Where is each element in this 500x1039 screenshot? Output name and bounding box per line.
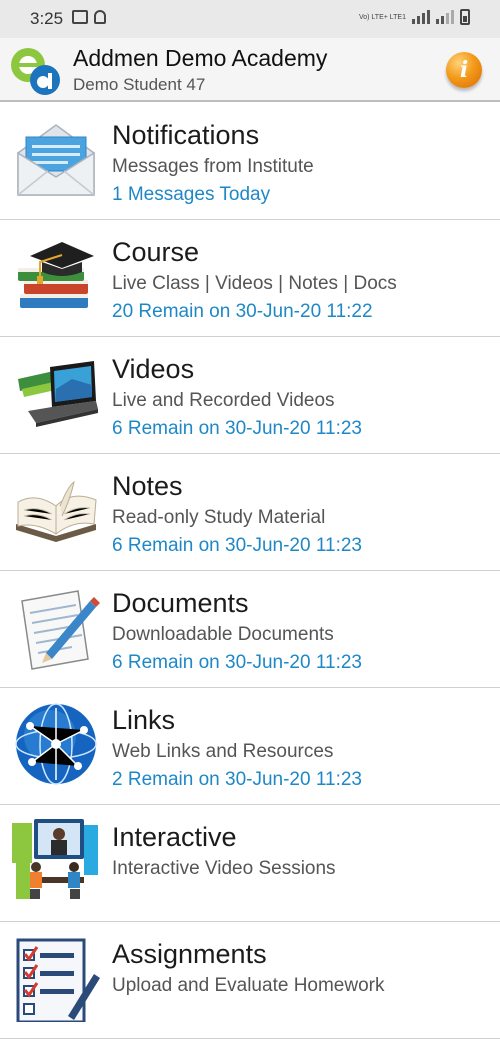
menu-item-title: Course <box>112 237 200 267</box>
menu-item-documents[interactable]: Documents Downloadable Documents 6 Remai… <box>0 571 500 688</box>
menu-item-assignments[interactable]: Assignments Upload and Evaluate Homework <box>0 922 500 1039</box>
menu-item-interactive[interactable]: Interactive Interactive Video Sessions <box>0 805 500 922</box>
menu-item-status: 6 Remain on 30-Jun-20 11:23 <box>112 535 362 556</box>
menu-item-title: Videos <box>112 354 195 384</box>
app-bar: Addmen Demo Academy Demo Student 47 i <box>0 38 500 102</box>
bell-icon <box>94 10 106 24</box>
open-book-icon <box>16 480 97 542</box>
menu-item-description: Live and Recorded Videos <box>112 390 335 411</box>
laptop-books-icon <box>18 361 98 427</box>
menu-item-status: 2 Remain on 30-Jun-20 11:23 <box>112 769 362 790</box>
info-icon[interactable]: i <box>446 52 482 88</box>
wifi-call-icon <box>72 10 88 24</box>
menu-list: Notifications Messages from Institute 1 … <box>0 103 500 1039</box>
menu-item-title: Notes <box>112 471 183 501</box>
menu-item-links[interactable]: Links Web Links and Resources 2 Remain o… <box>0 688 500 805</box>
video-conference-icon <box>12 819 98 899</box>
document-pen-icon <box>21 590 100 670</box>
signal-icon <box>412 10 430 24</box>
menu-item-description: Upload and Evaluate Homework <box>112 975 385 996</box>
menu-item-description: Live Class | Videos | Notes | Docs <box>112 273 397 294</box>
academy-logo <box>11 48 60 95</box>
menu-item-description: Messages from Institute <box>112 156 314 177</box>
menu-item-description: Downloadable Documents <box>112 624 334 645</box>
menu-item-videos[interactable]: Videos Live and Recorded Videos 6 Remain… <box>0 337 500 454</box>
menu-item-title: Links <box>112 705 176 735</box>
graduation-books-icon <box>18 242 94 308</box>
network-type-label: Vo) LTE+ LTE1 <box>358 13 406 21</box>
signal-icon-2 <box>436 10 454 24</box>
menu-item-status: 1 Messages Today <box>112 184 271 205</box>
menu-item-title: Notifications <box>112 120 260 150</box>
app-title: Addmen Demo Academy <box>73 45 328 71</box>
menu-item-description: Web Links and Resources <box>112 741 334 762</box>
menu-item-description: Read-only Study Material <box>112 507 326 528</box>
menu-item-title: Interactive <box>112 822 237 852</box>
menu-item-notifications[interactable]: Notifications Messages from Institute 1 … <box>0 103 500 220</box>
menu-item-notes[interactable]: Notes Read-only Study Material 6 Remain … <box>0 454 500 571</box>
menu-item-status: 6 Remain on 30-Jun-20 11:23 <box>112 652 362 673</box>
status-notification-icons <box>72 10 106 24</box>
menu-item-title: Documents <box>112 588 249 618</box>
battery-icon <box>460 9 470 25</box>
globe-network-icon <box>15 703 97 785</box>
menu-item-course[interactable]: Course Live Class | Videos | Notes | Doc… <box>0 220 500 337</box>
status-bar: 3:25 Vo) LTE+ LTE1 <box>0 0 500 38</box>
student-name: Demo Student 47 <box>73 75 206 94</box>
menu-item-status: 20 Remain on 30-Jun-20 11:22 <box>112 301 373 322</box>
menu-item-status: 6 Remain on 30-Jun-20 11:23 <box>112 418 362 439</box>
checklist-pen-icon <box>16 938 100 1022</box>
menu-item-description: Interactive Video Sessions <box>112 858 336 879</box>
envelope-icon <box>17 124 95 196</box>
network-indicators: Vo) LTE+ LTE1 <box>359 9 470 25</box>
status-time: 3:25 <box>30 9 64 28</box>
menu-item-title: Assignments <box>112 939 267 969</box>
